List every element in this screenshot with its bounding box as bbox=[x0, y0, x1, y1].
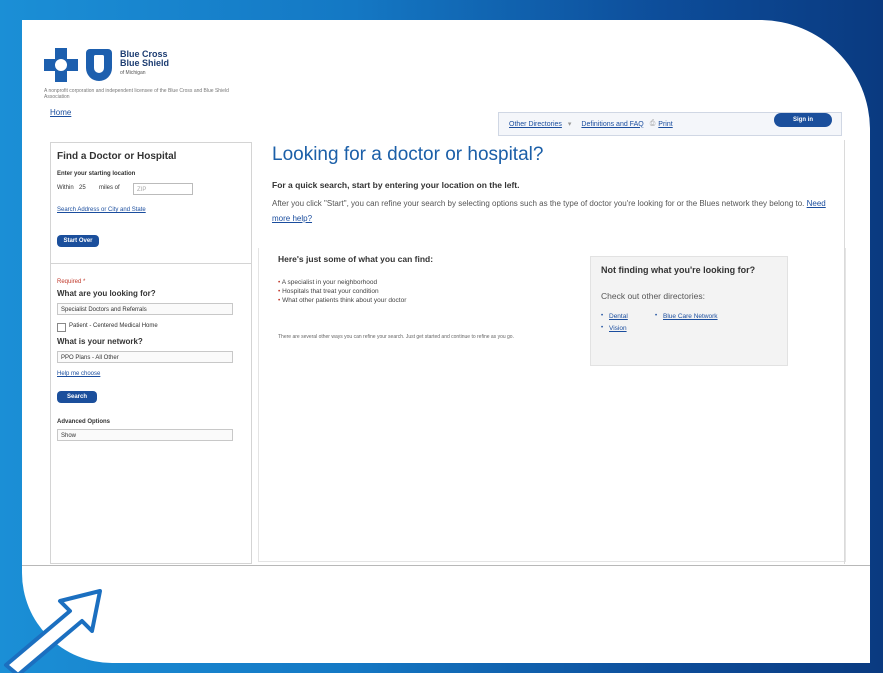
start-over-button[interactable]: Start Over bbox=[57, 235, 99, 247]
pcmh-label: Patient - Centered Medical Home bbox=[69, 323, 158, 329]
blue-cross-icon bbox=[44, 48, 78, 82]
search-sidebar: Find a Doctor or Hospital Enter your sta… bbox=[50, 142, 252, 564]
miles-label: miles of bbox=[99, 185, 120, 191]
within-value[interactable]: 25 bbox=[79, 185, 86, 191]
search-address-link[interactable]: Search Address or City and State bbox=[57, 207, 146, 213]
lead-heading: For a quick search, start by entering yo… bbox=[272, 180, 520, 190]
network-select[interactable]: PPO Plans - All Other bbox=[57, 351, 233, 363]
nav-other-directories[interactable]: Other Directories bbox=[509, 121, 562, 128]
network-label: What is your network? bbox=[57, 337, 143, 346]
advanced-label: Advanced Options bbox=[57, 419, 111, 425]
advanced-select[interactable]: Show bbox=[57, 429, 233, 441]
lead-paragraph: After you click "Start", you can refine … bbox=[272, 196, 832, 226]
main-panel-border bbox=[258, 248, 846, 562]
find-box: Find a Doctor or Hospital Enter your sta… bbox=[51, 143, 251, 264]
nav-print[interactable]: Print bbox=[658, 121, 672, 128]
pcmh-checkbox[interactable] bbox=[57, 323, 66, 332]
brand-tagline: A nonprofit corporation and independent … bbox=[44, 88, 229, 100]
looking-select[interactable]: Specialist Doctors and Referrals bbox=[57, 303, 233, 315]
nav-definitions-faq[interactable]: Definitions and FAQ bbox=[581, 121, 643, 128]
divider bbox=[844, 140, 845, 564]
page-title: Looking for a doctor or hospital? bbox=[272, 144, 544, 165]
required-label: Required * bbox=[57, 279, 86, 285]
brand-name: Blue Cross Blue Shield bbox=[120, 49, 170, 68]
search-button[interactable]: Search bbox=[57, 391, 97, 403]
brand-state: of Michigan bbox=[120, 70, 146, 76]
blue-shield-icon bbox=[86, 49, 112, 81]
lead-text: After you click "Start", you can refine … bbox=[272, 199, 805, 208]
chevron-down-icon: ▾ bbox=[567, 121, 572, 128]
zip-input[interactable]: ZIP bbox=[133, 183, 193, 195]
within-label: Within bbox=[57, 185, 74, 191]
brand-logo[interactable]: Blue Cross Blue Shield of Michigan A non… bbox=[44, 48, 244, 100]
home-link[interactable]: Home bbox=[50, 108, 71, 117]
sidebar-title: Find a Doctor or Hospital bbox=[57, 151, 177, 162]
print-icon: ⎙ bbox=[649, 120, 656, 127]
divider bbox=[22, 565, 870, 566]
arrow-pointer-icon bbox=[4, 589, 102, 673]
help-choose-link[interactable]: Help me choose bbox=[57, 371, 100, 377]
start-label: Enter your starting location bbox=[57, 171, 136, 177]
content-area: Blue Cross Blue Shield of Michigan A non… bbox=[22, 20, 870, 663]
looking-label: What are you looking for? bbox=[57, 289, 156, 298]
sign-in-button[interactable]: Sign in bbox=[774, 113, 832, 127]
